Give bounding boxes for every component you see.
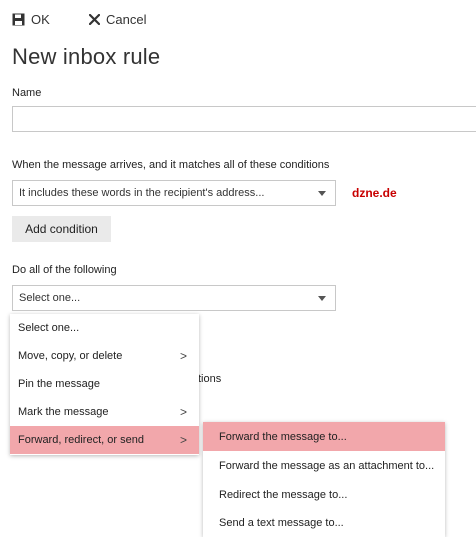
menu-item-pin-message[interactable]: Pin the message xyxy=(10,370,199,398)
condition-select-value: It includes these words in the recipient… xyxy=(19,187,265,199)
submenu-item-redirect[interactable]: Redirect the message to... xyxy=(203,480,445,509)
page-title: New inbox rule xyxy=(12,44,161,69)
menu-item-select-one[interactable]: Select one... xyxy=(10,314,199,342)
submenu-item-label: Forward the message as an attachment to.… xyxy=(219,459,435,472)
save-icon xyxy=(12,13,25,26)
conditions-label: When the message arrives, and it matches… xyxy=(12,159,330,171)
chevron-down-icon xyxy=(318,191,326,196)
close-icon xyxy=(89,13,100,25)
action-select[interactable]: Select one... xyxy=(12,285,336,311)
cancel-button[interactable]: Cancel xyxy=(89,9,146,29)
name-input[interactable] xyxy=(12,106,476,132)
hidden-exceptions-text: tions xyxy=(198,373,222,385)
condition-select[interactable]: It includes these words in the recipient… xyxy=(12,180,336,206)
submenu-item-label: Send a text message to... xyxy=(219,517,344,529)
menu-item-forward-redirect-send[interactable]: Forward, redirect, or send > xyxy=(10,426,199,454)
submenu-item-label: Forward the message to... xyxy=(219,430,347,443)
menu-item-label: Select one... xyxy=(18,322,80,334)
matched-word: dzne.de xyxy=(352,186,397,200)
action-select-value: Select one... xyxy=(19,292,81,304)
menu-item-label: Mark the message xyxy=(18,406,109,418)
ok-button[interactable]: OK xyxy=(12,9,50,29)
forward-submenu: Forward the message to... Forward the me… xyxy=(203,422,445,537)
add-condition-button[interactable]: Add condition xyxy=(12,216,111,242)
chevron-right-icon: > xyxy=(179,405,187,419)
actions-label: Do all of the following xyxy=(12,264,117,276)
chevron-down-icon xyxy=(318,296,326,301)
menu-item-label: Forward, redirect, or send xyxy=(18,434,144,446)
cancel-label: Cancel xyxy=(106,11,147,27)
actions-menu: Select one... Move, copy, or delete > Pi… xyxy=(10,314,199,455)
menu-item-mark-message[interactable]: Mark the message > xyxy=(10,398,199,426)
submenu-item-forward-attachment[interactable]: Forward the message as an attachment to.… xyxy=(203,451,445,480)
ok-label: OK xyxy=(31,11,50,27)
menu-item-move-copy-delete[interactable]: Move, copy, or delete > xyxy=(10,342,199,370)
submenu-item-label: Redirect the message to... xyxy=(219,488,348,501)
chevron-right-icon: > xyxy=(179,433,187,447)
submenu-item-forward-to[interactable]: Forward the message to... xyxy=(203,422,445,451)
chevron-right-icon: > xyxy=(179,349,187,363)
menu-item-label: Pin the message xyxy=(18,378,100,390)
menu-item-label: Move, copy, or delete xyxy=(18,350,123,362)
name-label: Name xyxy=(12,87,42,99)
submenu-item-send-text[interactable]: Send a text message to... xyxy=(203,509,445,537)
